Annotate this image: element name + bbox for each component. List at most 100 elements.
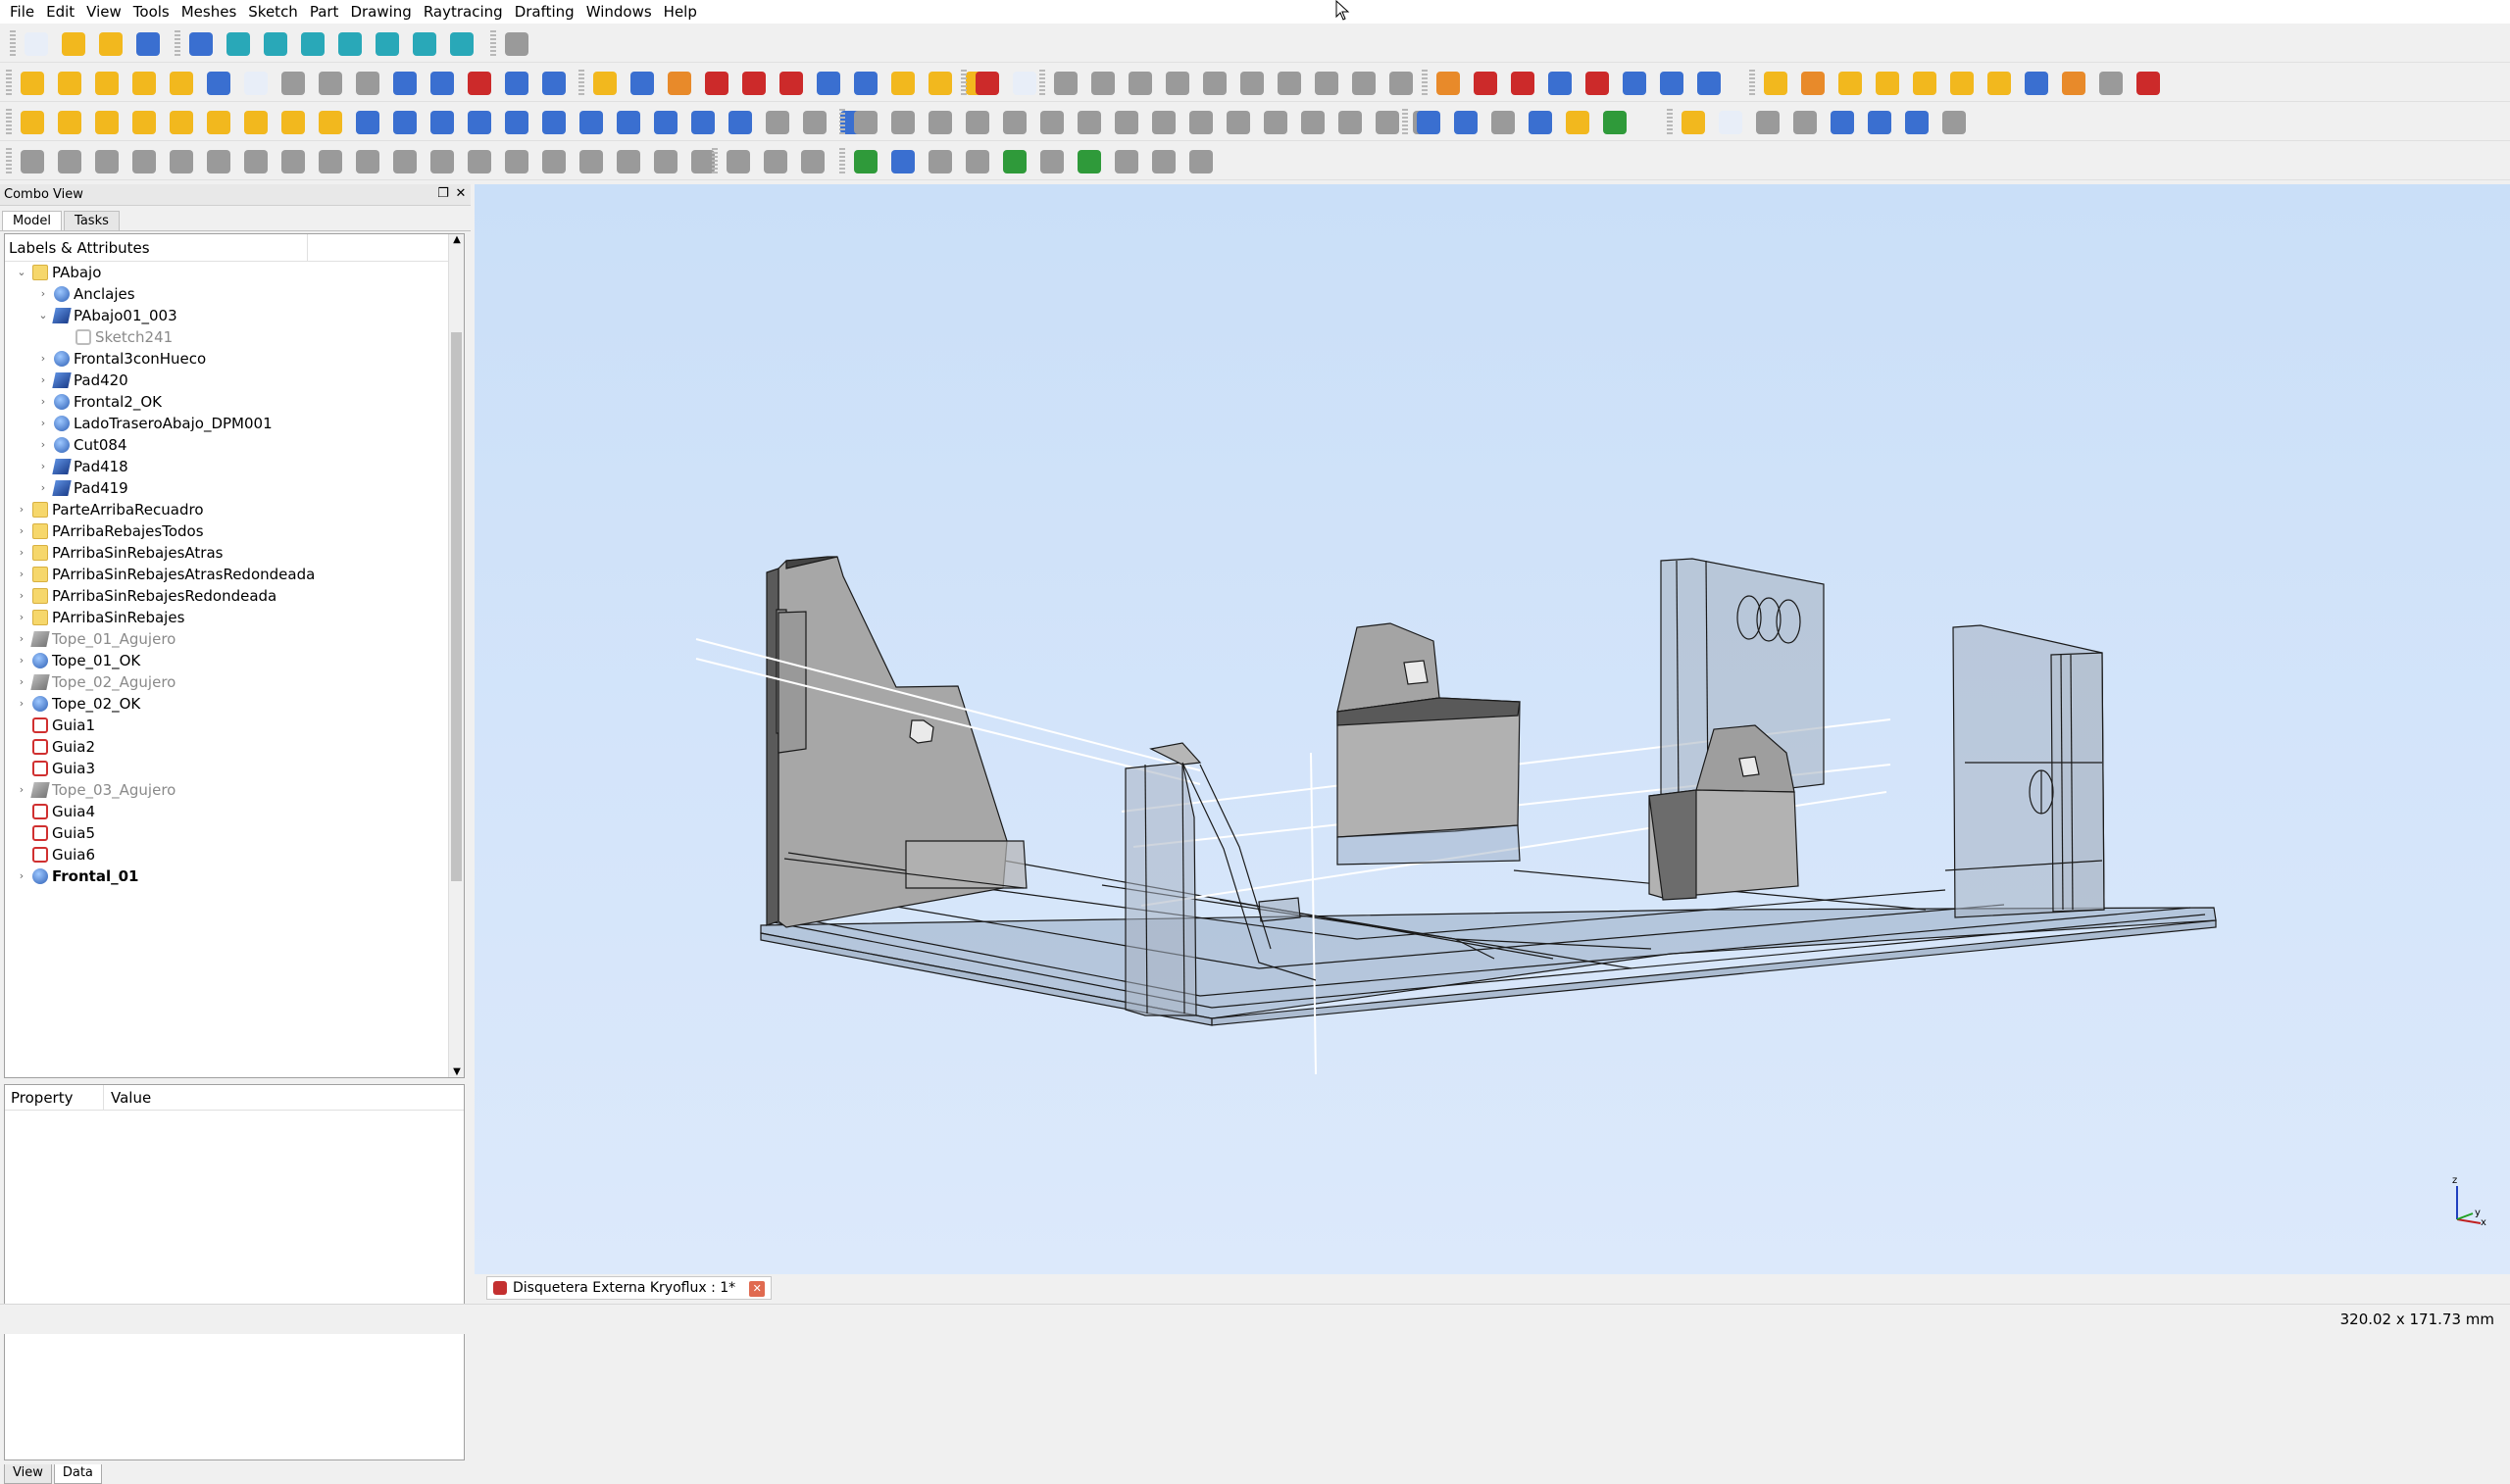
scroll-up-icon[interactable]: ▲ xyxy=(449,234,464,245)
toolbar-button[interactable] xyxy=(1010,69,1039,98)
toolbar-button[interactable] xyxy=(129,108,159,137)
toolbar-button[interactable] xyxy=(665,69,694,98)
tree-item[interactable]: › ParteArribaRecuadro xyxy=(5,499,464,520)
toolbar-button[interactable] xyxy=(1947,69,1977,98)
tree-item[interactable]: › LadoTraseroAbajo_DPM001 xyxy=(5,413,464,434)
toolbar-button[interactable] xyxy=(278,108,308,137)
toolbar-button[interactable] xyxy=(800,108,829,137)
toolbar-button[interactable] xyxy=(96,29,126,59)
toolbar-button[interactable] xyxy=(1753,108,1782,137)
tree-item[interactable]: › Anclajes xyxy=(5,283,464,305)
toolbar-button[interactable] xyxy=(590,69,620,98)
toolbar-handle-icon[interactable] xyxy=(490,30,496,58)
toolbar-button[interactable] xyxy=(18,108,47,137)
toolbar-button[interactable] xyxy=(888,108,918,137)
toolbar-button[interactable] xyxy=(1902,108,1932,137)
toolbar-button[interactable] xyxy=(390,69,420,98)
toolbar-button[interactable] xyxy=(1508,69,1537,98)
toolbar-button[interactable] xyxy=(427,147,457,176)
tree-item[interactable]: › Pad419 xyxy=(5,477,464,499)
toolbar-button[interactable] xyxy=(373,29,402,59)
toolbar-button[interactable] xyxy=(577,108,606,137)
toolbar-button[interactable] xyxy=(651,147,680,176)
tree-item[interactable]: Guia3 xyxy=(5,758,464,779)
toolbar-button[interactable] xyxy=(465,108,494,137)
toolbar-button[interactable] xyxy=(1600,108,1630,137)
toolbar-button[interactable] xyxy=(1275,69,1304,98)
toolbar-button[interactable] xyxy=(1798,69,1828,98)
expand-arrow-icon[interactable]: › xyxy=(15,499,28,520)
toolbar-button[interactable] xyxy=(763,108,792,137)
toolbar-handle-icon[interactable] xyxy=(175,30,180,58)
toolbar-button[interactable] xyxy=(1186,147,1216,176)
toolbar-button[interactable] xyxy=(1075,147,1104,176)
toolbar-button[interactable] xyxy=(963,108,992,137)
toolbar-button[interactable] xyxy=(465,69,494,98)
toolbar-handle-icon[interactable] xyxy=(6,148,12,175)
toolbar-handle-icon[interactable] xyxy=(1039,70,1045,97)
tree-item[interactable]: › Tope_02_OK xyxy=(5,693,464,715)
tree-item[interactable]: › Cut084 xyxy=(5,434,464,456)
toolbar-button[interactable] xyxy=(353,108,382,137)
toolbar-button[interactable] xyxy=(1200,69,1230,98)
toolbar-button[interactable] xyxy=(1149,108,1179,137)
toolbar-button[interactable] xyxy=(2022,69,2051,98)
menu-edit[interactable]: Edit xyxy=(40,0,80,24)
toolbar-button[interactable] xyxy=(628,69,657,98)
menu-windows[interactable]: Windows xyxy=(580,0,658,24)
tree-item[interactable]: ⌄ PAbajo xyxy=(5,262,464,283)
toolbar-button[interactable] xyxy=(1873,69,1902,98)
toolbar-button[interactable] xyxy=(1149,147,1179,176)
toolbar-button[interactable] xyxy=(1000,147,1029,176)
toolbar-button[interactable] xyxy=(204,108,233,137)
toolbar-button[interactable] xyxy=(1835,69,1865,98)
collapse-arrow-icon[interactable]: ⌄ xyxy=(36,305,50,326)
menu-raytracing[interactable]: Raytracing xyxy=(418,0,509,24)
toolbar-button[interactable] xyxy=(1000,108,1029,137)
expand-arrow-icon[interactable]: › xyxy=(15,520,28,542)
toolbar-handle-icon[interactable] xyxy=(839,148,845,175)
toolbar-button[interactable] xyxy=(167,69,196,98)
expand-arrow-icon[interactable]: › xyxy=(36,348,50,370)
close-tab-icon[interactable]: ✕ xyxy=(749,1281,766,1297)
toolbar-button[interactable] xyxy=(1037,108,1067,137)
menu-drafting[interactable]: Drafting xyxy=(509,0,580,24)
toolbar-button[interactable] xyxy=(1237,69,1267,98)
tree-scrollbar[interactable]: ▲ ▼ xyxy=(448,234,464,1077)
tree-item[interactable]: › Frontal2_OK xyxy=(5,391,464,413)
toolbar-button[interactable] xyxy=(539,108,569,137)
toolbar-button[interactable] xyxy=(926,108,955,137)
expand-arrow-icon[interactable]: › xyxy=(36,456,50,477)
toolbar-button[interactable] xyxy=(702,69,731,98)
toolbar-button[interactable] xyxy=(614,108,643,137)
toolbar-handle-icon[interactable] xyxy=(6,70,12,97)
toolbar-button[interactable] xyxy=(1657,69,1686,98)
tree-item[interactable]: › PArribaSinRebajesAtras xyxy=(5,542,464,564)
toolbar-button[interactable] xyxy=(55,147,84,176)
toolbar-button[interactable] xyxy=(316,108,345,137)
expand-arrow-icon[interactable]: › xyxy=(36,283,50,305)
toolbar-button[interactable] xyxy=(1694,69,1724,98)
expand-arrow-icon[interactable]: › xyxy=(15,542,28,564)
tree-item[interactable]: Guia6 xyxy=(5,844,464,866)
tab-tasks[interactable]: Tasks xyxy=(64,211,120,230)
expand-arrow-icon[interactable]: › xyxy=(15,628,28,650)
toolbar-button[interactable] xyxy=(963,147,992,176)
toolbar-button[interactable] xyxy=(739,69,769,98)
toolbar-button[interactable] xyxy=(973,69,1002,98)
toolbar-button[interactable] xyxy=(22,29,51,59)
toolbar-button[interactable] xyxy=(353,147,382,176)
toolbar-button[interactable] xyxy=(926,147,955,176)
toolbar-button[interactable] xyxy=(1582,69,1612,98)
toolbar-button[interactable] xyxy=(2134,69,2163,98)
toolbar-handle-icon[interactable] xyxy=(712,148,718,175)
toolbar-button[interactable] xyxy=(1112,108,1141,137)
toolbar-button[interactable] xyxy=(814,69,843,98)
3d-viewport[interactable]: z x y xyxy=(475,184,2510,1274)
toolbar-button[interactable] xyxy=(1620,69,1649,98)
toolbar-button[interactable] xyxy=(888,147,918,176)
toolbar-handle-icon[interactable] xyxy=(578,70,584,97)
toolbar-button[interactable] xyxy=(186,29,216,59)
toolbar-button[interactable] xyxy=(1679,108,1708,137)
expand-arrow-icon[interactable]: › xyxy=(36,391,50,413)
